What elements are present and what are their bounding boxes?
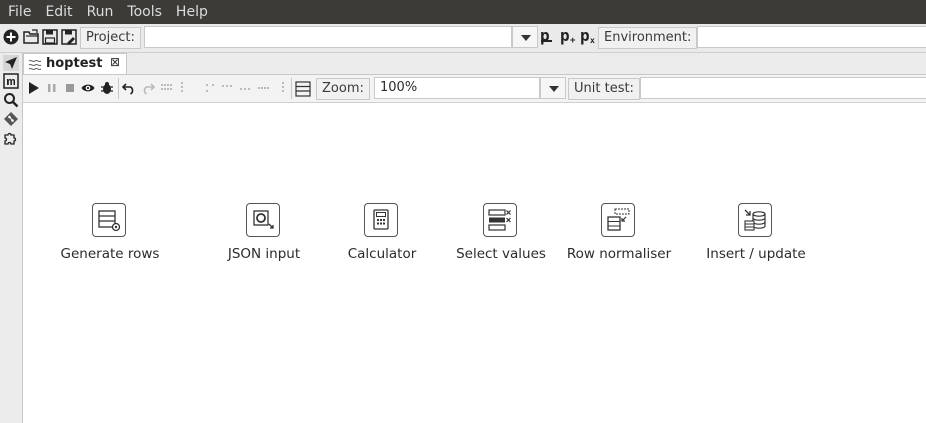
transform-label: Row normaliser (566, 246, 672, 262)
select-values-icon[interactable] (483, 203, 517, 237)
project-label: Project: (80, 27, 141, 49)
menu-help[interactable]: Help (169, 0, 215, 24)
git-icon[interactable] (3, 111, 19, 127)
menu-edit[interactable]: Edit (38, 0, 79, 24)
transform-insert-update[interactable]: Insert / update (696, 203, 816, 273)
transform-label: JSON input (227, 246, 301, 262)
perspective-bar (0, 53, 23, 423)
debug-bug-icon[interactable] (100, 81, 114, 95)
separator (118, 78, 119, 99)
project-delete-icon[interactable]: px (580, 26, 595, 45)
pipeline-toolbar: Zoom: 100% Unit test: (23, 75, 926, 103)
transform-label: Generate rows (60, 246, 160, 262)
save-as-icon[interactable] (61, 29, 77, 45)
zoom-label: Zoom: (316, 78, 370, 100)
environment-label: Environment: (598, 27, 698, 49)
json-input-icon[interactable] (246, 203, 280, 237)
zoom-select[interactable]: 100% (374, 77, 540, 99)
open-folder-icon[interactable] (23, 29, 39, 45)
undo-icon[interactable] (121, 81, 136, 95)
tab-strip: hoptest ⊠ (23, 53, 926, 75)
zoom-value: 100% (380, 80, 418, 95)
zoom-dropdown-button[interactable] (540, 77, 566, 99)
run-icon[interactable] (27, 81, 41, 95)
project-dropdown-button[interactable] (512, 26, 538, 48)
separator (291, 78, 292, 99)
close-icon[interactable]: ⊠ (110, 55, 120, 69)
row-normaliser-icon[interactable] (601, 203, 635, 237)
transform-calculator[interactable]: Calculator (322, 203, 442, 273)
save-icon[interactable] (42, 29, 58, 45)
transform-select-values[interactable]: Select values (441, 203, 561, 273)
insert-update-icon[interactable] (738, 203, 772, 237)
pause-icon[interactable] (45, 81, 59, 95)
transform-label: Select values (456, 246, 546, 262)
new-file-icon[interactable] (3, 29, 19, 45)
redo-icon[interactable] (141, 81, 156, 95)
distribute-vertical-icon[interactable] (276, 81, 290, 95)
menu-tools[interactable]: Tools (120, 0, 169, 24)
distribute-horizontal-icon[interactable] (257, 81, 271, 95)
grid-view-icon[interactable] (295, 81, 311, 97)
stop-icon[interactable] (63, 81, 77, 95)
preview-eye-icon[interactable] (81, 81, 95, 95)
plugins-puzzle-icon[interactable] (3, 130, 19, 146)
search-icon[interactable] (3, 92, 19, 108)
environment-select[interactable] (697, 26, 926, 48)
transform-label: Calculator (347, 246, 417, 262)
transform-row-normaliser[interactable]: Row normaliser (559, 203, 679, 273)
metadata-icon[interactable] (3, 73, 19, 89)
project-add-icon[interactable]: p + (560, 26, 575, 46)
main-toolbar: Project: p p + px Environment: (0, 24, 926, 53)
menu-run[interactable]: Run (80, 0, 121, 24)
unit-test-select[interactable] (640, 77, 926, 99)
tab-label: hoptest (46, 56, 103, 71)
navigate-arrow-icon[interactable] (3, 55, 19, 71)
tab-hoptest[interactable]: hoptest ⊠ (23, 53, 127, 74)
menu-file[interactable]: File (0, 0, 38, 24)
align-right-icon[interactable] (203, 81, 217, 95)
align-bottom-icon[interactable] (239, 81, 253, 95)
calculator-icon[interactable] (364, 203, 398, 237)
transform-label: Insert / update (706, 246, 806, 262)
project-select[interactable] (144, 26, 512, 48)
pipeline-icon (28, 57, 42, 75)
snap-to-grid-icon[interactable] (160, 81, 174, 95)
unit-test-label: Unit test: (568, 78, 640, 100)
pipeline-canvas[interactable]: Generate rows JSON input Calculator Sele… (23, 103, 926, 423)
align-left-icon[interactable] (178, 81, 192, 95)
generate-rows-icon[interactable] (92, 203, 126, 237)
align-top-icon[interactable] (221, 81, 235, 95)
transform-generate-rows[interactable]: Generate rows (50, 203, 170, 273)
project-edit-icon[interactable]: p (540, 26, 552, 45)
transform-json-input[interactable]: JSON input (204, 203, 324, 273)
menu-bar: File Edit Run Tools Help (0, 0, 926, 24)
